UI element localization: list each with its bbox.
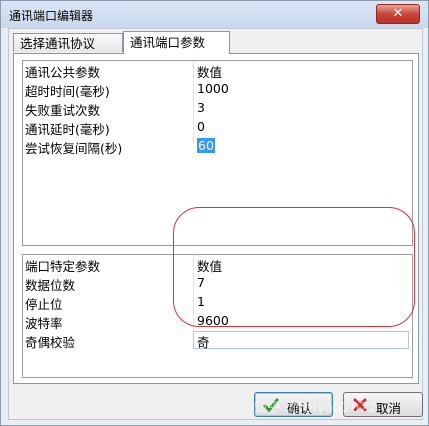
param-name: 失败重试次数 (25, 103, 101, 118)
header-value: 数值 (197, 259, 223, 274)
header-value: 数值 (197, 65, 223, 80)
dialog-window: 通讯端口编辑器 ✕ 选择通讯协议 通讯端口参数 通讯公共参数 数值 超时时间(毫… (0, 0, 429, 426)
param-name: 停止位 (25, 297, 63, 312)
title-bar: 通讯端口编辑器 ✕ (1, 1, 428, 28)
param-row[interactable]: 停止位 1 (23, 293, 412, 312)
close-button[interactable]: ✕ (376, 4, 420, 24)
param-name: 超时时间(毫秒) (25, 84, 110, 99)
common-params-grid: 通讯公共参数 数值 超时时间(毫秒) 1000 失败重试次数 3 通讯延时(毫秒… (22, 60, 413, 246)
param-name: 波特率 (25, 316, 63, 331)
header-name: 通讯公共参数 (25, 65, 101, 80)
param-row[interactable]: 尝试恢复间隔(秒) 60 (23, 137, 412, 156)
grid-header: 通讯公共参数 数值 (23, 61, 412, 80)
param-value[interactable]: 奇 (197, 332, 210, 351)
port-params-grid: 端口特定参数 数值 数据位数 7 停止位 1 波特率 9600 奇偶校验 奇 (22, 254, 413, 378)
param-row[interactable]: 超时时间(毫秒) 1000 (23, 80, 412, 99)
param-value[interactable]: 1000 (197, 81, 229, 96)
param-row[interactable]: 波特率 9600 (23, 312, 412, 331)
watermark: 知乎 @feiyou2022 (254, 401, 378, 416)
param-row[interactable]: 失败重试次数 3 (23, 99, 412, 118)
header-name: 端口特定参数 (25, 259, 101, 274)
param-value[interactable]: 9600 (197, 313, 229, 328)
param-value[interactable]: 1 (197, 294, 205, 309)
param-name: 数据位数 (25, 278, 76, 293)
param-value[interactable]: 3 (197, 100, 205, 115)
param-value[interactable]: 0 (197, 119, 205, 134)
parity-editor[interactable] (193, 331, 409, 349)
param-row[interactable]: 奇偶校验 奇 (23, 331, 412, 350)
tab-panel: 通讯公共参数 数值 超时时间(毫秒) 1000 失败重试次数 3 通讯延时(毫秒… (13, 53, 419, 384)
param-row[interactable]: 数据位数 7 (23, 274, 412, 293)
param-name: 尝试恢复间隔(秒) (25, 141, 123, 156)
cancel-label: 取消 (376, 401, 402, 416)
grid-header: 端口特定参数 数值 (23, 255, 412, 274)
tab-port-params[interactable]: 通讯端口参数 (123, 31, 230, 54)
tab-select-protocol[interactable]: 选择通讯协议 (13, 33, 123, 52)
param-name: 通讯延时(毫秒) (25, 122, 110, 137)
param-row[interactable]: 通讯延时(毫秒) 0 (23, 118, 412, 137)
dialog-client: 选择通讯协议 通讯端口参数 通讯公共参数 数值 超时时间(毫秒) 1000 失败… (8, 28, 423, 420)
window-title: 通讯端口编辑器 (9, 9, 94, 23)
param-value-selected[interactable]: 60 (197, 138, 215, 153)
close-icon: ✕ (392, 6, 404, 21)
param-name: 奇偶校验 (25, 335, 76, 350)
param-value[interactable]: 7 (197, 275, 205, 290)
